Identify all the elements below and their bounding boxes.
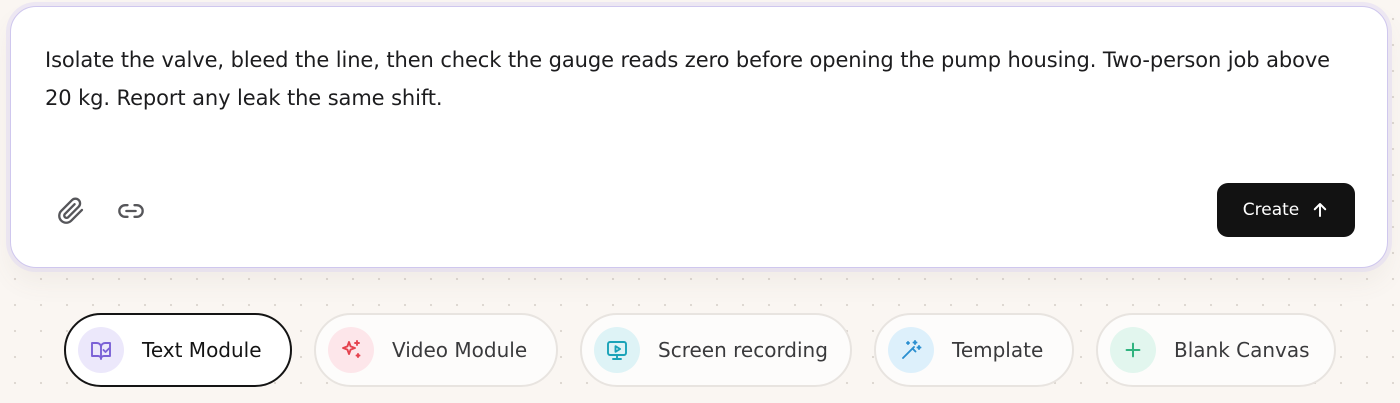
create-button-label: Create bbox=[1242, 200, 1300, 220]
mode-screen-recording[interactable]: Screen recording bbox=[580, 313, 852, 387]
mode-label: Text Module bbox=[142, 338, 262, 362]
mode-template[interactable]: Template bbox=[874, 313, 1074, 387]
mode-label: Blank Canvas bbox=[1174, 338, 1310, 362]
arrow-up-icon bbox=[1314, 203, 1327, 217]
mode-text-module[interactable]: Text Module bbox=[64, 313, 292, 387]
mode-blank-canvas[interactable]: Blank Canvas bbox=[1096, 313, 1336, 387]
mode-label: Screen recording bbox=[658, 338, 828, 362]
create-button[interactable]: Create bbox=[1217, 183, 1355, 237]
monitor-play-icon bbox=[594, 327, 640, 373]
prompt-card[interactable]: Isolate the valve, bleed the line, then … bbox=[10, 6, 1388, 268]
paperclip-icon[interactable] bbox=[55, 195, 87, 227]
book-check-icon bbox=[78, 327, 124, 373]
mode-label: Template bbox=[952, 338, 1044, 362]
sparkles-icon bbox=[328, 327, 374, 373]
link-icon[interactable] bbox=[115, 195, 147, 227]
prompt-input[interactable]: Isolate the valve, bleed the line, then … bbox=[45, 41, 1345, 117]
mode-video-module[interactable]: Video Module bbox=[314, 313, 558, 387]
mode-label: Video Module bbox=[392, 338, 528, 362]
magic-wand-icon bbox=[888, 327, 934, 373]
plus-icon bbox=[1110, 327, 1156, 373]
